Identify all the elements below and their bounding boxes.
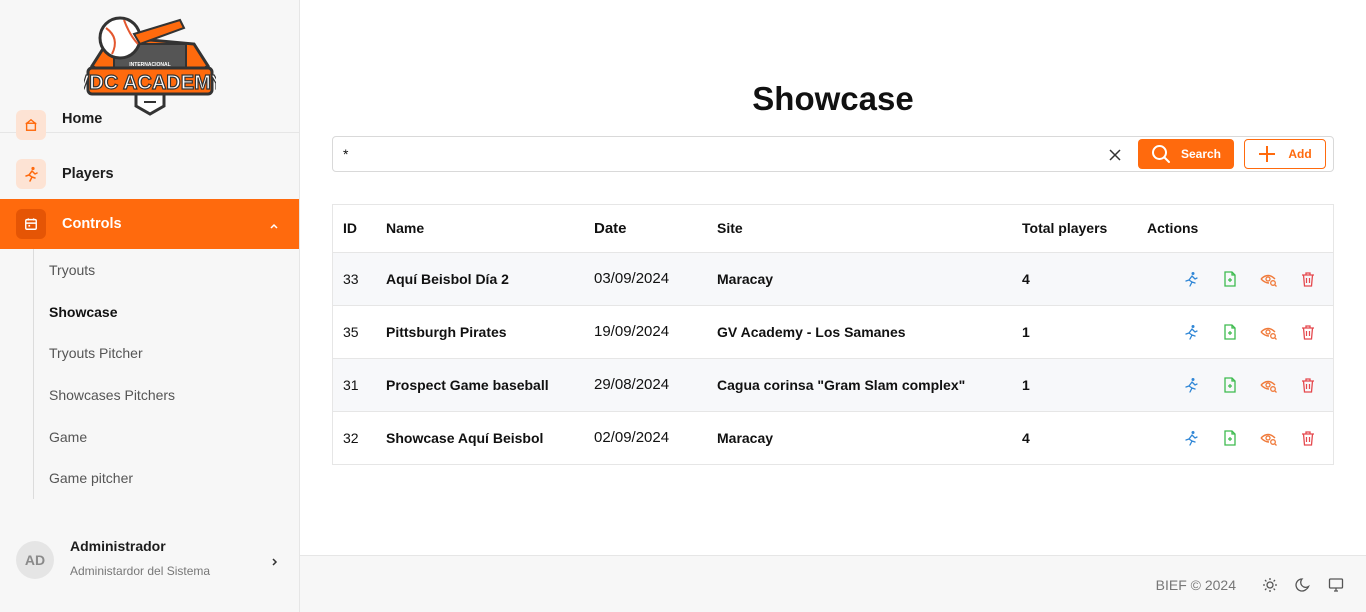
cell-date: 02/09/2024 <box>594 410 717 464</box>
user-profile[interactable]: AD Administrador Administardor del Siste… <box>0 522 299 600</box>
submenu-item-tryouts[interactable]: Tryouts <box>34 249 299 291</box>
copyright-text: BIEF © 2024 <box>1155 577 1236 593</box>
row-actions <box>1147 270 1333 288</box>
cell-name: Showcase Aquí Beisbol <box>386 410 594 464</box>
players-icon[interactable] <box>1182 429 1200 447</box>
players-icon[interactable] <box>1182 270 1200 288</box>
document-icon[interactable] <box>1221 270 1239 288</box>
delete-icon[interactable] <box>1299 323 1317 341</box>
submenu-item-game-pitcher[interactable]: Game pitcher <box>34 457 299 499</box>
table-row[interactable]: 35 Pittsburgh Pirates 19/09/2024 GV Academy… <box>333 304 1333 358</box>
close-icon[interactable] <box>1105 145 1125 165</box>
logo-top-text: INTERNACIONAL <box>129 62 170 68</box>
column-header-actions: Actions <box>1147 220 1199 237</box>
search-icon <box>1151 145 1170 163</box>
sidebar: INTERNACIONAL VDC ACADEMY Home Players C… <box>0 0 300 612</box>
cell-id: 32 <box>333 410 386 464</box>
sidebar-item-label: Players <box>62 165 114 182</box>
home-icon <box>16 110 46 140</box>
cell-actions <box>1147 251 1333 305</box>
column-header-name: Name <box>386 220 425 237</box>
players-icon[interactable] <box>1182 323 1200 341</box>
players-icon[interactable] <box>1182 376 1200 394</box>
chevron-right-icon[interactable] <box>269 554 279 572</box>
document-icon[interactable] <box>1221 376 1239 394</box>
sidebar-item-label: Home <box>62 111 103 127</box>
delete-icon[interactable] <box>1299 270 1317 288</box>
sidebar-item-controls[interactable]: Controls <box>0 199 299 249</box>
row-actions <box>1147 376 1333 394</box>
cell-date: 29/08/2024 <box>594 357 717 411</box>
sidebar-item-home[interactable]: Home <box>0 110 299 148</box>
cell-actions <box>1147 357 1333 411</box>
column-header-id: ID <box>343 220 357 237</box>
chevron-up-icon[interactable] <box>269 218 279 236</box>
calendar-icon <box>16 209 46 239</box>
user-name: Administrador <box>70 538 166 554</box>
cell-id: 31 <box>333 357 386 411</box>
view-icon[interactable] <box>1260 429 1278 447</box>
submenu-item-showcases-pitchers[interactable]: Showcases Pitchers <box>34 374 299 416</box>
sidebar-item-players[interactable]: Players <box>0 148 299 199</box>
table-row[interactable]: 33 Aquí Beisbol Día 2 03/09/2024 Maracay 4 <box>333 251 1333 305</box>
cell-site: GV Academy - Los Samanes <box>717 304 1022 358</box>
delete-icon[interactable] <box>1299 376 1317 394</box>
cell-site: Maracay <box>717 251 1022 305</box>
search-bar: Search Add <box>332 136 1334 172</box>
submenu-item-tryouts-pitcher[interactable]: Tryouts Pitcher <box>34 332 299 374</box>
cell-actions <box>1147 304 1333 358</box>
document-icon[interactable] <box>1221 429 1239 447</box>
column-header-date: Date <box>594 219 627 237</box>
view-icon[interactable] <box>1260 323 1278 341</box>
row-actions <box>1147 429 1333 447</box>
delete-icon[interactable] <box>1299 429 1317 447</box>
vdc-academy-logo[interactable]: INTERNACIONAL VDC ACADEMY <box>84 14 216 118</box>
table-row[interactable]: 31 Prospect Game baseball 29/08/2024 Cagua … <box>333 357 1333 411</box>
cell-site: Maracay <box>717 410 1022 464</box>
cell-total-players: 1 <box>1022 304 1147 358</box>
user-role: Administardor del Sistema <box>70 564 211 578</box>
cell-total-players: 4 <box>1022 410 1147 464</box>
column-header-site: Site <box>717 220 743 237</box>
cell-date: 19/09/2024 <box>594 304 717 358</box>
controls-submenu: Tryouts Showcase Tryouts Pitcher Showcas… <box>33 249 299 500</box>
avatar: AD <box>16 541 54 579</box>
plus-icon <box>1259 146 1276 162</box>
showcase-table: ID Name Date Site Total players Actions … <box>332 204 1334 465</box>
cell-site: Cagua corinsa "Gram Slam complex" <box>717 357 1022 411</box>
search-input[interactable] <box>343 143 1083 165</box>
cell-actions <box>1147 410 1333 464</box>
cell-total-players: 4 <box>1022 251 1147 305</box>
submenu-item-game[interactable]: Game <box>34 416 299 458</box>
row-actions <box>1147 323 1333 341</box>
add-button-label: Add <box>1288 147 1312 161</box>
cell-id: 35 <box>333 304 386 358</box>
cell-date: 03/09/2024 <box>594 251 717 305</box>
search-button-label: Search <box>1180 147 1222 161</box>
moon-icon[interactable] <box>1294 576 1312 594</box>
column-header-total-players: Total players <box>1022 220 1108 237</box>
search-button[interactable]: Search <box>1138 139 1234 169</box>
submenu-item-showcase[interactable]: Showcase <box>34 291 299 333</box>
sidebar-item-label: Controls <box>62 216 122 232</box>
cell-id: 33 <box>333 251 386 305</box>
page-title: Showcase <box>752 80 914 117</box>
view-icon[interactable] <box>1260 270 1278 288</box>
main-content: Showcase Search Add ID Name Date Site To… <box>300 0 1366 612</box>
document-icon[interactable] <box>1221 323 1239 341</box>
table-header-row: ID Name Date Site Total players Actions <box>333 205 1333 252</box>
cell-name: Aquí Beisbol Día 2 <box>386 251 594 305</box>
table-row[interactable]: 32 Showcase Aquí Beisbol 02/09/2024 Maracay… <box>333 410 1333 464</box>
logo-text: VDC ACADEMY <box>84 72 216 94</box>
cell-total-players: 1 <box>1022 357 1147 411</box>
view-icon[interactable] <box>1260 376 1278 394</box>
monitor-icon[interactable] <box>1327 576 1345 594</box>
sun-icon[interactable] <box>1261 576 1279 594</box>
running-player-icon <box>16 158 46 189</box>
sidebar-menu: Home Players Controls Tryouts Showcase T… <box>0 110 299 500</box>
footer: BIEF © 2024 <box>300 555 1366 612</box>
cell-name: Pittsburgh Pirates <box>386 304 594 358</box>
cell-name: Prospect Game baseball <box>386 357 594 411</box>
add-button[interactable]: Add <box>1244 139 1326 169</box>
